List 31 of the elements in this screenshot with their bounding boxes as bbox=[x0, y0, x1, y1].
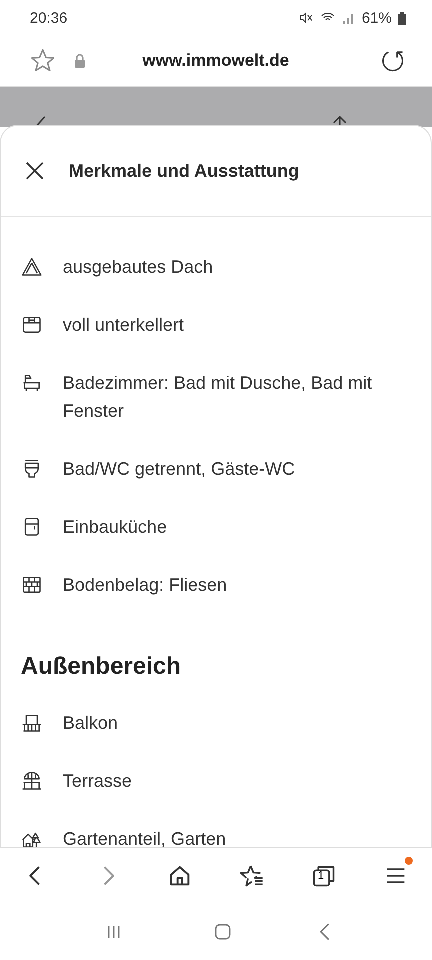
feature-label: Gartenanteil, Garten bbox=[63, 828, 226, 847]
sheet-title: Merkmale und Ausstattung bbox=[69, 160, 300, 182]
arrow-up-icon bbox=[332, 115, 348, 127]
signal-icon bbox=[342, 11, 356, 25]
feature-label: Einbauküche bbox=[63, 516, 168, 539]
feature-label: voll unterkellert bbox=[63, 314, 184, 337]
section-heading: Außenbereich bbox=[21, 653, 182, 681]
clock: 20:36 bbox=[30, 10, 68, 26]
box-icon bbox=[21, 314, 43, 336]
feature-label: Bad/WC getrennt, Gäste-WC bbox=[63, 458, 296, 481]
lock-icon bbox=[74, 54, 86, 68]
tab-count: 1 bbox=[316, 870, 326, 882]
feature-label: Terrasse bbox=[63, 770, 132, 793]
feature-label: Bodenbelag: Fliesen bbox=[63, 574, 228, 597]
star-icon bbox=[30, 48, 56, 74]
tabs-button[interactable]: 1 bbox=[307, 859, 341, 893]
slash-icon bbox=[34, 115, 48, 127]
url-text[interactable]: www.immowelt.de bbox=[100, 51, 332, 71]
back-icon bbox=[320, 923, 330, 941]
feature-label: Badezimmer: Bad mit Dusche, Bad mit Fenster bbox=[63, 372, 374, 423]
battery-level: 61% bbox=[362, 10, 392, 26]
feature-label: Balkon bbox=[63, 712, 118, 735]
tiles-icon bbox=[21, 574, 43, 596]
bathtub-icon bbox=[21, 372, 43, 394]
feature-label: ausgebautes Dach bbox=[63, 256, 214, 279]
roof-icon bbox=[21, 256, 43, 278]
terrace-icon bbox=[21, 770, 43, 792]
star-list-icon bbox=[239, 863, 265, 889]
battery-icon bbox=[398, 12, 406, 24]
mute-icon bbox=[298, 10, 314, 26]
balcony-icon bbox=[21, 712, 43, 734]
